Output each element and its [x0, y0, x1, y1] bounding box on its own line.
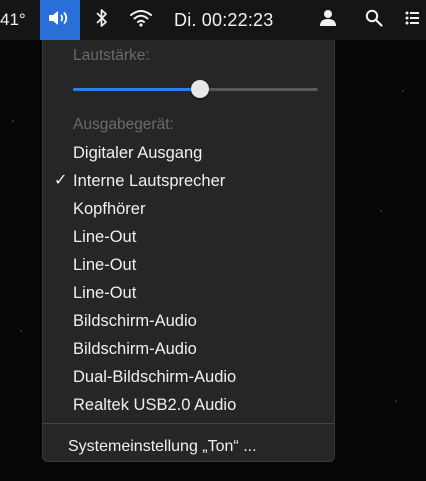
output-device-label: Ausgabegerät: [73, 116, 174, 133]
notification-center-button[interactable] [405, 0, 426, 40]
spotlight-search-button[interactable] [363, 0, 385, 40]
sound-preferences-item[interactable]: Systemeinstellung „Ton“ ... [68, 438, 257, 456]
output-device-item[interactable]: Line-Out [43, 223, 334, 251]
output-device-item[interactable]: Bildschirm-Audio [43, 335, 334, 363]
clock[interactable]: Di. 00:22:23 [174, 0, 273, 40]
output-device-item[interactable]: Kopfhörer [43, 195, 334, 223]
output-device-label: Interne Lautsprecher [73, 172, 226, 190]
background-star [12, 120, 14, 122]
output-device-list: Digitaler Ausgang ✓ Interne Lautsprecher … [43, 139, 334, 419]
bluetooth-menu-button[interactable] [92, 0, 112, 40]
list-icon [405, 10, 419, 31]
output-device-label: Digitaler Ausgang [73, 144, 203, 162]
volume-slider-thumb[interactable] [191, 80, 209, 98]
output-device-label: Bildschirm-Audio [73, 340, 197, 358]
background-star [380, 210, 382, 212]
output-device-item[interactable]: Realtek USB2.0 Audio [43, 391, 334, 419]
output-device-item[interactable]: Line-Out [43, 279, 334, 307]
volume-slider[interactable] [73, 80, 318, 98]
checkmark-icon: ✓ [54, 172, 68, 189]
user-icon [319, 9, 337, 32]
wifi-menu-button[interactable] [128, 0, 154, 40]
output-device-item[interactable]: Dual-Bildschirm-Audio [43, 363, 334, 391]
menu-separator [43, 423, 334, 424]
volume-menu-button[interactable] [40, 0, 80, 40]
user-menu-button[interactable] [317, 0, 339, 40]
output-device-label: Realtek USB2.0 Audio [73, 396, 237, 414]
output-device-label: Line-Out [73, 284, 137, 302]
volume-dropdown-menu: Lautstärke: Ausgabegerät: Digitaler Ausg… [42, 40, 335, 462]
output-device-label: Kopfhörer [73, 200, 146, 218]
output-device-item[interactable]: Bildschirm-Audio [43, 307, 334, 335]
output-device-label: Line-Out [73, 228, 137, 246]
background-star [395, 400, 397, 402]
temperature-readout[interactable]: 41° [0, 0, 26, 40]
menu-bar: 41° Di. 00:22:23 [0, 0, 426, 40]
output-device-item[interactable]: ✓ Interne Lautsprecher [43, 167, 334, 195]
output-device-item[interactable]: Digitaler Ausgang [43, 139, 334, 167]
search-icon [365, 9, 383, 32]
wifi-icon [129, 8, 153, 33]
output-device-label: Bildschirm-Audio [73, 312, 197, 330]
background-star [20, 330, 22, 332]
output-device-label: Line-Out [73, 256, 137, 274]
volume-slider-fill [73, 88, 200, 91]
output-device-item[interactable]: Line-Out [43, 251, 334, 279]
background-star [402, 90, 404, 92]
volume-label: Lautstärke: [73, 47, 150, 64]
bluetooth-icon [96, 8, 108, 33]
volume-icon [47, 9, 73, 32]
output-device-label: Dual-Bildschirm-Audio [73, 368, 237, 386]
desktop: 41° Di. 00:22:23 Lautstärke: Ausgabegerä… [0, 0, 426, 481]
